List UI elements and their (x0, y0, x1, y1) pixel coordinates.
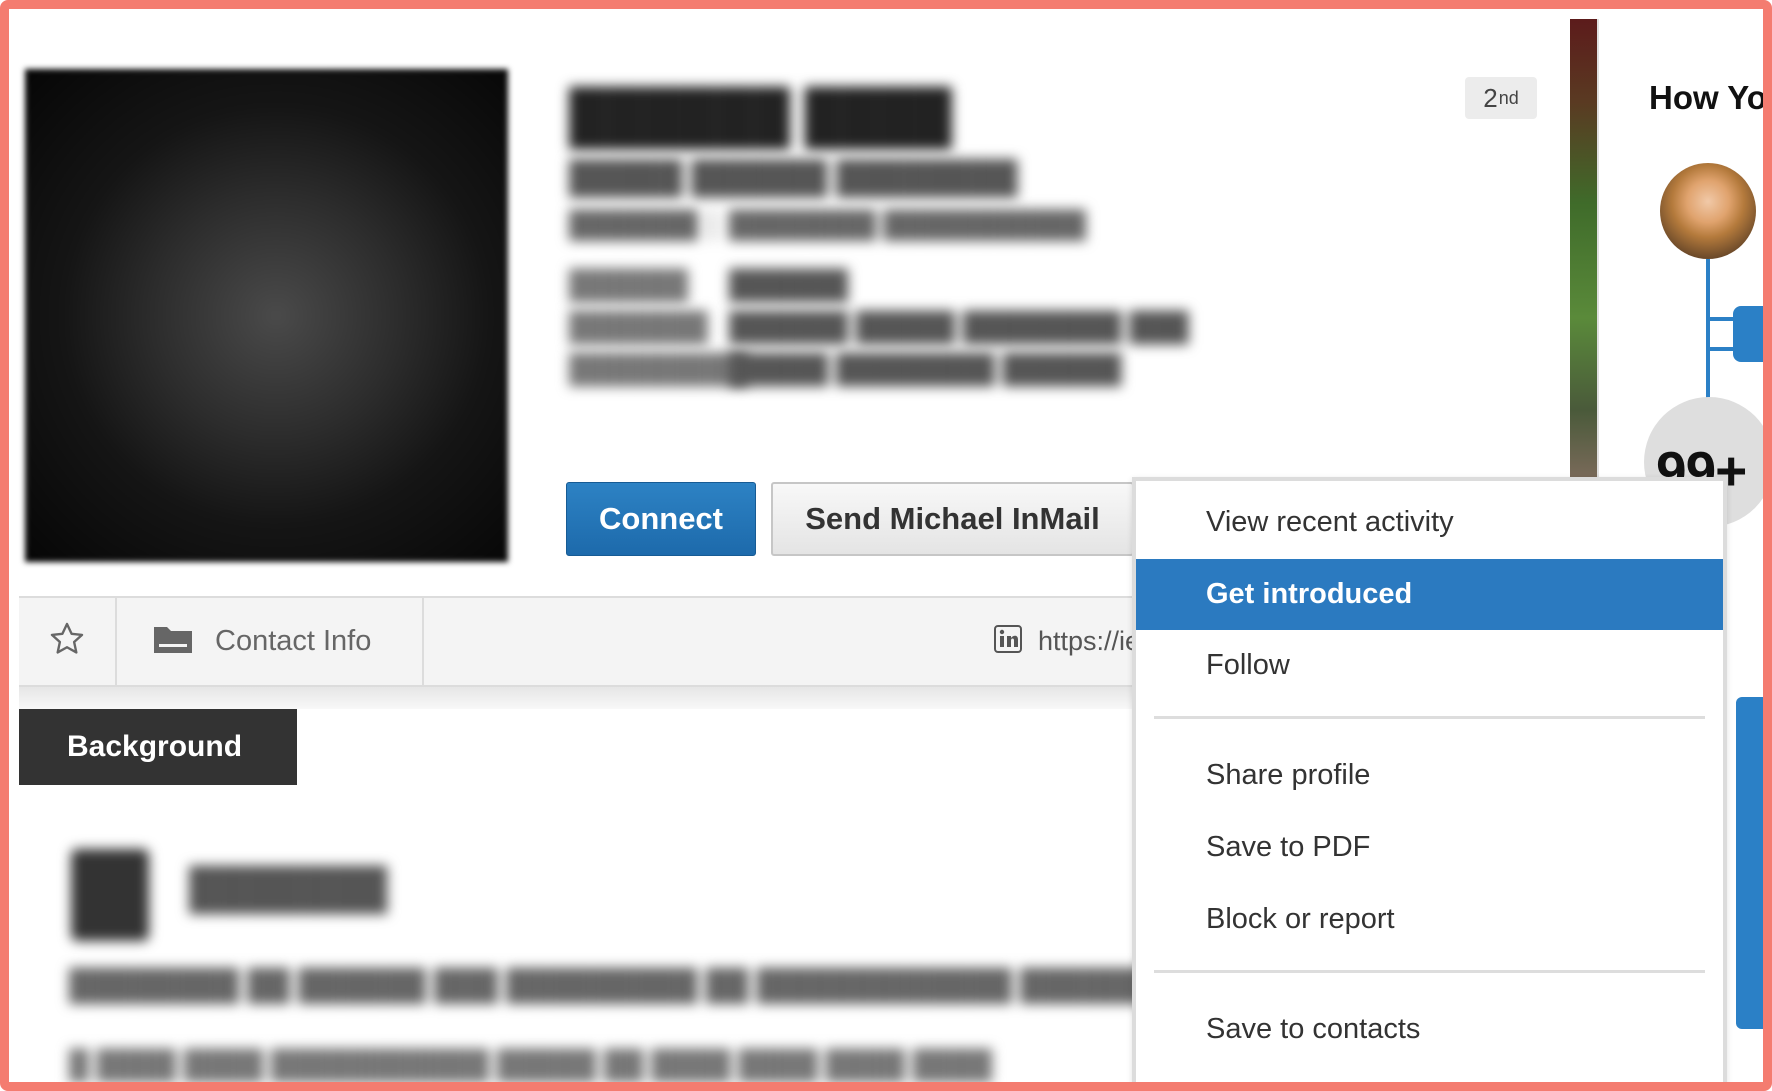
favorite-button[interactable] (19, 598, 117, 685)
connect-button[interactable]: Connect (566, 482, 756, 556)
profile-education-value-redacted: █████ ████████ ██████ (729, 353, 1122, 384)
profile-page: ██████ ████ █████ ██████ ████████ ██████… (9, 9, 1763, 1082)
profile-current-value-redacted: ██████ (729, 269, 849, 300)
right-rail-blue-bar (1736, 697, 1763, 1029)
degree-number: 2 (1483, 82, 1498, 113)
summary-icon (71, 849, 149, 941)
connection-path-branch-upper (1706, 317, 1736, 321)
menu-item-save-to-contacts[interactable]: Save to contacts (1136, 994, 1723, 1065)
profile-headline-redacted: █████ ██████ ████████ (569, 159, 1018, 195)
profile-name-redacted: ██████ ████ (569, 88, 952, 146)
menu-item-block-or-report[interactable]: Block or report (1136, 884, 1723, 955)
menu-item-follow[interactable]: Follow (1136, 630, 1723, 701)
profile-location-redacted: ███████ │ ████████ ███████████ (569, 209, 1086, 239)
contact-info-label: Contact Info (215, 625, 372, 657)
star-icon (48, 620, 86, 663)
connection-degree-badge: 2nd (1465, 77, 1537, 119)
profile-education-label-redacted: █████████ (569, 353, 748, 384)
public-url-text: https://ie (1038, 626, 1141, 656)
profile-current-label-redacted: ██████ (569, 269, 689, 300)
menu-item-get-introduced[interactable]: Get introduced (1136, 559, 1723, 630)
folder-icon (153, 624, 193, 659)
public-profile-url[interactable]: https://ie (994, 598, 1140, 685)
menu-divider (1154, 970, 1705, 973)
connection-path-branch-lower (1706, 347, 1736, 351)
connection-tag (1733, 306, 1763, 362)
background-section-tab[interactable]: Background (19, 709, 297, 785)
cover-photo-strip (1570, 19, 1597, 479)
summary-heading-redacted: ███████ (189, 867, 388, 911)
profile-actions-dropdown: View recent activity Get introduced Foll… (1132, 477, 1727, 1082)
menu-divider (1154, 716, 1705, 719)
profile-previous-label-redacted: ███████ (569, 311, 708, 342)
profile-photo (25, 69, 508, 562)
send-inmail-button[interactable]: Send Michael InMail (771, 482, 1134, 556)
contact-info-button[interactable]: Contact Info (117, 598, 424, 685)
summary-text-2-redacted: █ ████ ████ ███████████ █████ ██ ████ ██… (69, 1049, 993, 1080)
linkedin-icon (994, 625, 1022, 658)
connection-avatar[interactable] (1660, 163, 1756, 259)
menu-item-view-recent-activity[interactable]: View recent activity (1136, 487, 1723, 558)
degree-suffix: nd (1498, 87, 1519, 108)
profile-previous-value-redacted: ██████ █████ ████████ ███ (729, 311, 1189, 342)
how-you-are-connected-title: How Yo (1649, 79, 1763, 116)
menu-item-share-profile[interactable]: Share profile (1136, 740, 1723, 811)
menu-item-save-to-pdf[interactable]: Save to PDF (1136, 812, 1723, 883)
connection-path-line (1706, 259, 1710, 399)
